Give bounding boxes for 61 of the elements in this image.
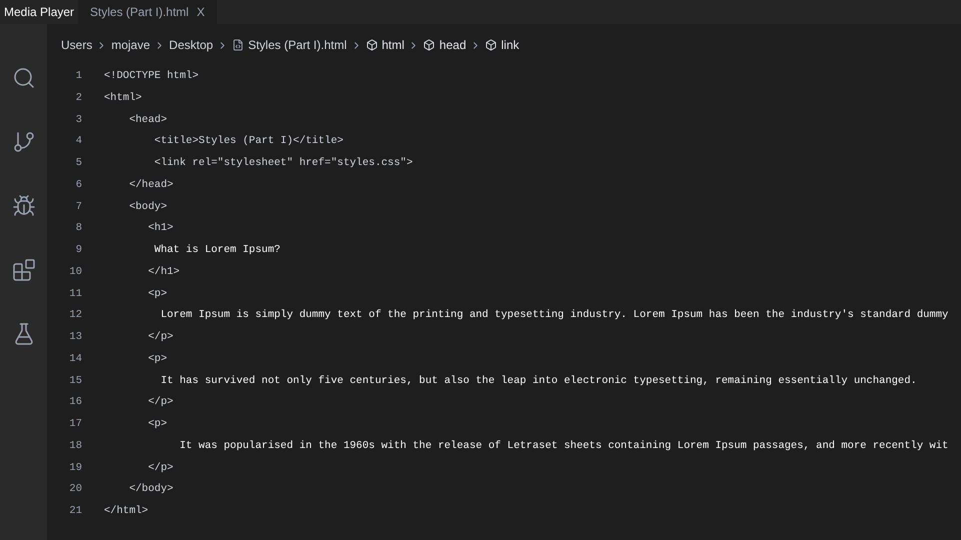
code-line: It has survived not only five centuries, but also the leap into electronic typesetting, remaining essentially unchanged.	[160, 374, 917, 388]
breadcrumb-item[interactable]: Desktop	[169, 36, 214, 54]
line-number: 8	[74, 221, 82, 236]
line-number: 21	[68, 504, 82, 519]
breadcrumb-item[interactable]: link	[501, 36, 520, 54]
cube-icon	[485, 39, 498, 51]
blocks-icon[interactable]	[12, 258, 36, 282]
line-number: 19	[68, 460, 82, 476]
code-line: </p>	[147, 330, 174, 345]
code-line: </p>	[147, 395, 174, 410]
line-number: 5	[74, 156, 82, 171]
line-number: 11	[68, 286, 82, 302]
bug-icon[interactable]	[12, 194, 36, 218]
line-number: 4	[74, 134, 82, 150]
line-number: 18	[68, 438, 82, 454]
code-line: <html>	[104, 90, 142, 106]
line-number: 12	[68, 308, 82, 324]
window-title: Media Player	[3, 4, 76, 21]
cube-icon	[366, 39, 378, 51]
code-line: </html>	[104, 504, 148, 519]
line-number: 2	[74, 90, 82, 106]
code-line: <link rel="stylesheet" href="styles.css">	[153, 156, 413, 171]
search-icon[interactable]	[12, 66, 36, 90]
code-line: <body>	[128, 200, 168, 214]
close-tab-button[interactable]: X	[196, 3, 205, 21]
breadcrumb-item[interactable]: Users	[61, 36, 92, 54]
code-line: <p>	[147, 417, 168, 432]
code-line: What is Lorem Ipsum?	[153, 243, 280, 258]
breadcrumb-item[interactable]: mojave	[111, 36, 150, 54]
line-number: 15	[68, 374, 82, 388]
line-number: 20	[68, 482, 82, 498]
line-number: 14	[68, 352, 82, 367]
code-line: <p>	[147, 352, 168, 367]
code-line: </p>	[147, 460, 174, 476]
code-line: It was popularised in the 1960s with the release of Letraset sheets containing Lorem Ipsum passages, and more recently wit	[178, 438, 948, 454]
branch-icon[interactable]	[12, 130, 36, 154]
code-line: <h1>	[147, 221, 174, 236]
breadcrumb-item[interactable]: head	[439, 36, 466, 54]
line-number: 13	[68, 330, 82, 345]
breadcrumb-item[interactable]: html	[382, 36, 404, 54]
line-number: 6	[74, 178, 82, 193]
breadcrumb-item[interactable]: Styles (Part I).html	[248, 36, 347, 54]
code-line: <head>	[128, 112, 168, 128]
line-number: 7	[74, 200, 82, 214]
editor-tab[interactable]: Styles (Part I).html X	[78, 0, 217, 24]
code-line: </body>	[128, 482, 174, 498]
line-number: 3	[74, 112, 82, 128]
line-number: 9	[74, 243, 82, 258]
file-icon	[232, 39, 244, 51]
line-number: 17	[68, 417, 82, 432]
code-line: </head>	[128, 178, 174, 193]
line-number: 1	[74, 69, 82, 84]
cube-icon	[423, 39, 436, 51]
code-line: <!DOCTYPE html>	[104, 69, 199, 84]
tab-label: Styles (Part I).html	[90, 4, 189, 21]
line-number: 16	[68, 395, 82, 410]
code-line: <title>Styles (Part I)</title>	[153, 134, 344, 150]
code-line: Lorem Ipsum is simply dummy text of the printing and typesetting industry. Lorem Ipsum has been the industry's standard dummy	[160, 308, 948, 324]
code-line: </h1>	[147, 264, 180, 280]
code-line: <p>	[147, 286, 168, 302]
line-number: 10	[68, 264, 82, 280]
